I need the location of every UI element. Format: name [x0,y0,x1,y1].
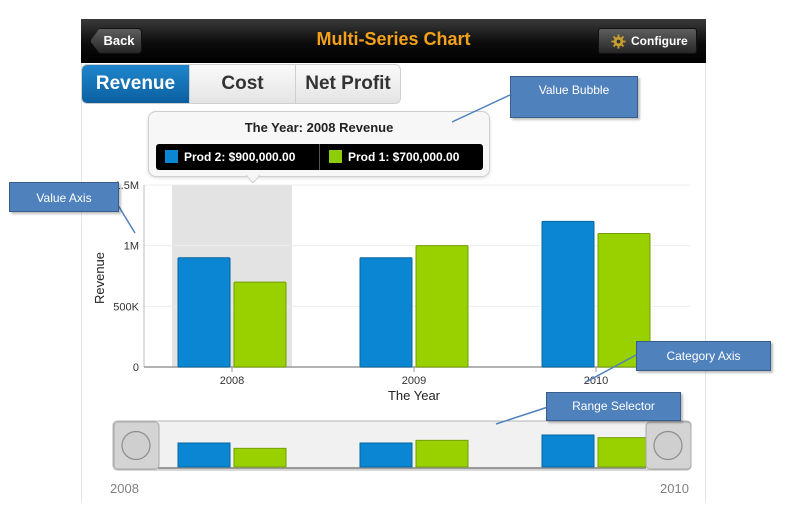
callout-range-selector: Range Selector [546,392,681,421]
callout-label: Value Axis [36,191,92,205]
callout-lines [112,94,637,425]
value-bubble-pointer-line [451,94,511,123]
callout-value-axis: Value Axis [9,182,119,212]
callout-category-axis: Category Axis [636,341,771,371]
category-axis-pointer-line [585,354,637,383]
range-selector-pointer-line [495,406,549,425]
callout-label: Value Bubble [538,83,610,97]
callout-value-bubble: Value Bubble [510,76,638,118]
screenshot-stage: Back Multi-Series Chart Configure Revenu… [0,0,786,514]
callout-label: Range Selector [572,399,655,413]
callout-label: Category Axis [666,349,741,363]
